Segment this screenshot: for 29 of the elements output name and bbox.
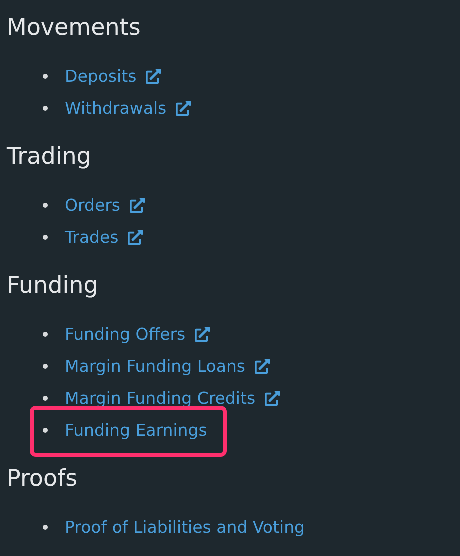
bullet-icon [43,234,48,240]
external-link-icon[interactable] [194,326,210,342]
section-heading: Movements [7,14,142,43]
section-heading: Proofs [7,465,79,494]
bullet-icon [43,396,48,400]
external-link-icon[interactable] [264,390,280,406]
bullet-icon [43,106,48,110]
bullet-icon [43,74,48,78]
bullet-icon [43,524,48,530]
external-link-icon[interactable] [176,100,191,116]
bullet-icon [43,332,48,336]
bullet-icon [43,202,48,208]
report-link[interactable]: Funding Offers [65,324,186,344]
report-link[interactable]: Margin Funding Credits [65,388,256,408]
report-link[interactable]: Withdrawals [65,98,167,118]
report-link[interactable]: Margin Funding Loans [65,356,246,376]
bullet-icon [43,428,48,432]
external-link-icon[interactable] [128,230,143,244]
report-link[interactable]: Trades [65,228,119,246]
bullet-icon [43,364,48,368]
section-heading: Trading [7,143,92,172]
report-link[interactable]: Funding Earnings [65,420,208,440]
section-heading: Funding [7,272,100,301]
report-link[interactable]: Deposits [65,66,137,86]
external-link-icon[interactable] [254,358,270,374]
report-link[interactable]: Proof of Liabilities and Voting [65,518,306,536]
external-link-icon[interactable] [146,68,161,84]
external-link-icon[interactable] [130,198,144,212]
report-link[interactable]: Orders [65,196,120,214]
